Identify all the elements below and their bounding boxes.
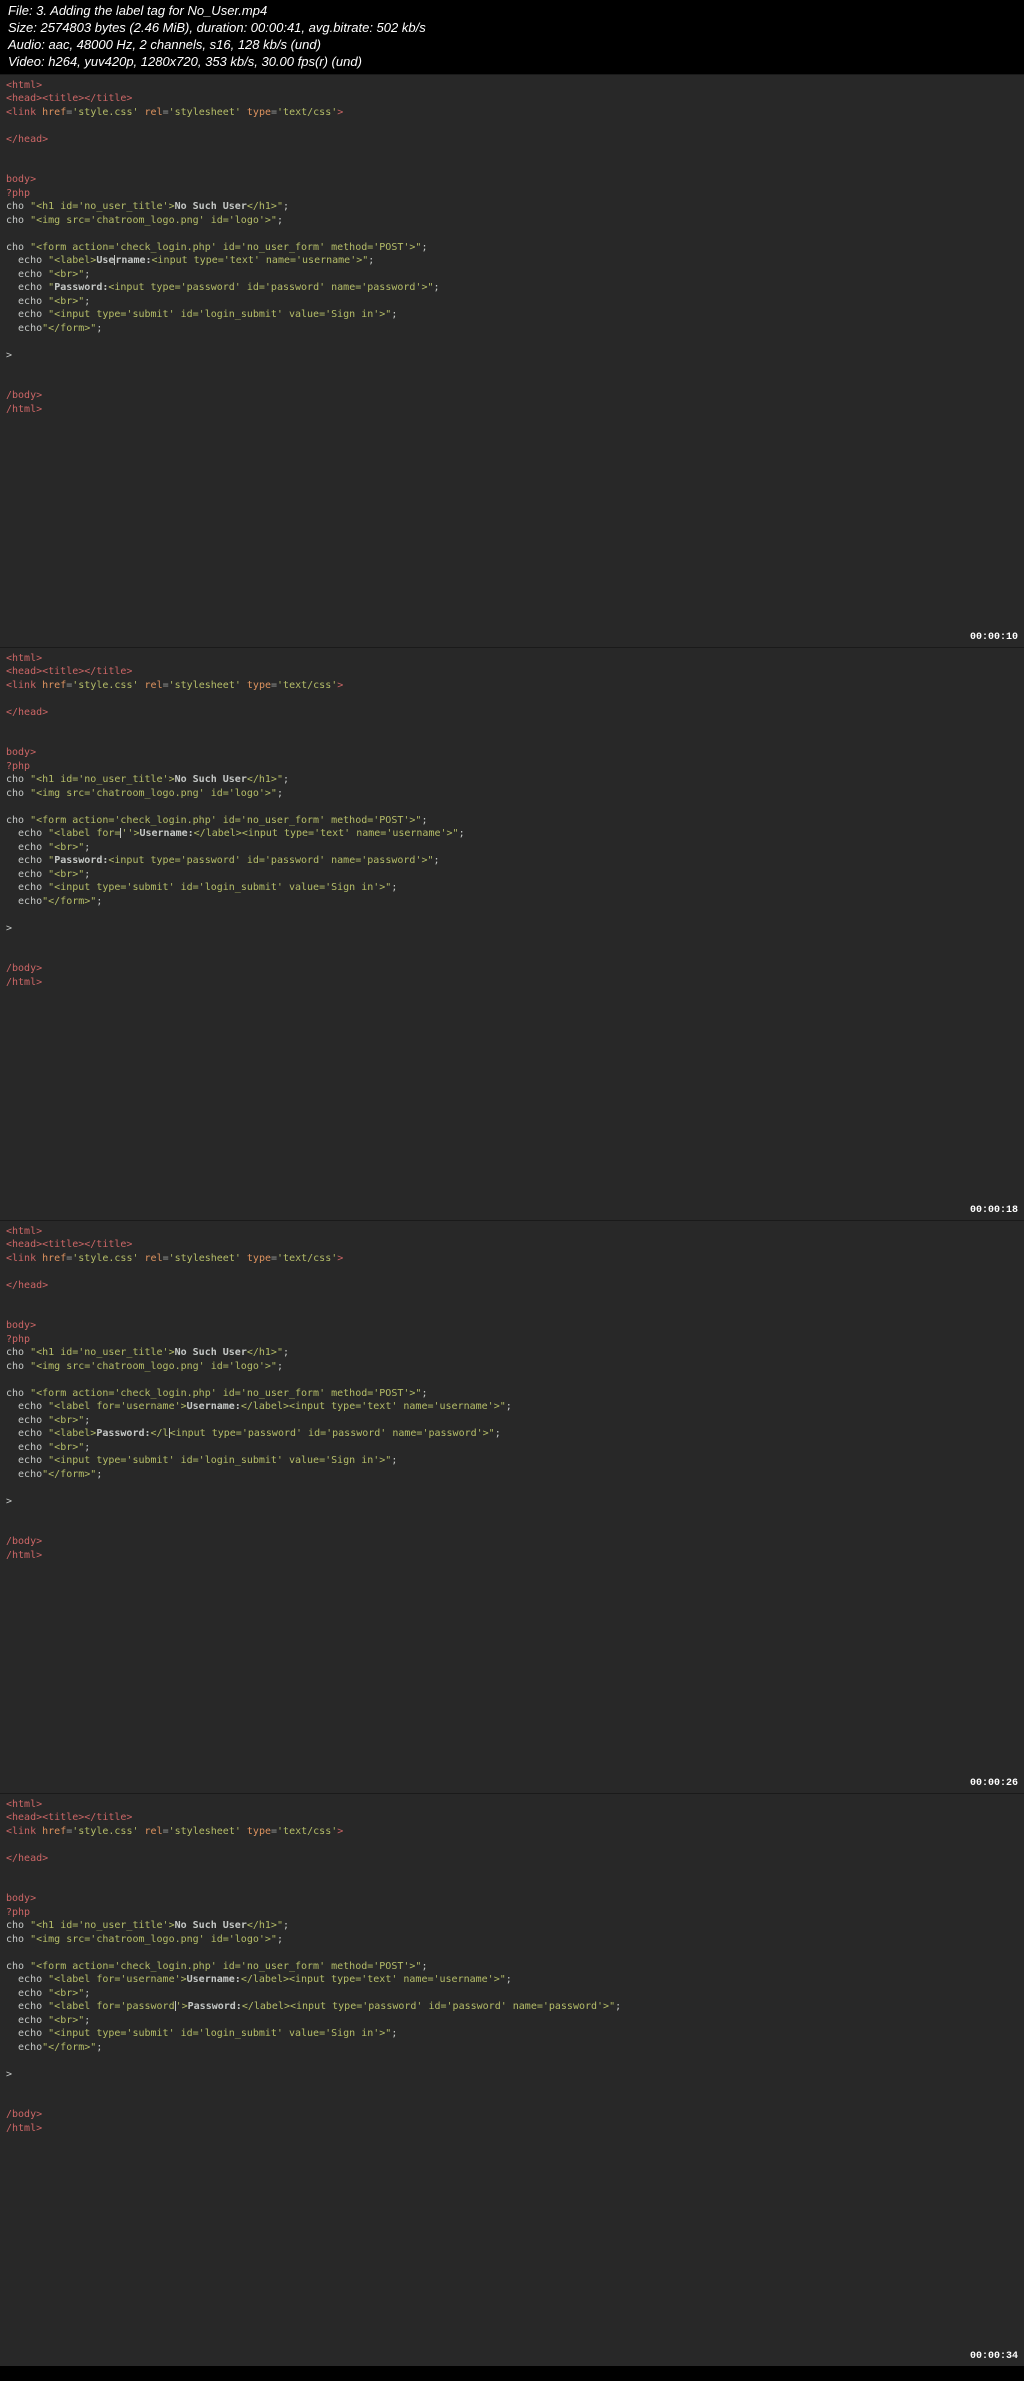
audio-value: aac, 48000 Hz, 2 channels, s16, 128 kb/s… (48, 37, 320, 52)
size-value: 2574803 bytes (2.46 MiB), duration: 00:0… (41, 20, 426, 35)
video-value: h264, yuv420p, 1280x720, 353 kb/s, 30.00… (48, 54, 362, 69)
timestamp: 00:00:34 (970, 2351, 1018, 2362)
audio-label: Audio: (8, 37, 48, 52)
video-frame-2: <html> <head><title></title> <link href=… (0, 647, 1024, 1220)
video-frame-1: <html> <head><title></title> <link href=… (0, 74, 1024, 647)
code-editor[interactable]: <html> <head><title></title> <link href=… (0, 1221, 1024, 1567)
code-editor[interactable]: <html> <head><title></title> <link href=… (0, 648, 1024, 994)
video-frame-3: <html> <head><title></title> <link href=… (0, 1220, 1024, 1793)
code-editor[interactable]: <html> <head><title></title> <link href=… (0, 75, 1024, 421)
file-label: File: (8, 3, 36, 18)
video-label: Video: (8, 54, 48, 69)
file-value: 3. Adding the label tag for No_User.mp4 (36, 3, 267, 18)
timestamp: 00:00:10 (970, 632, 1018, 643)
code-editor[interactable]: <html> <head><title></title> <link href=… (0, 1794, 1024, 2140)
file-info-header: File: 3. Adding the label tag for No_Use… (0, 0, 1024, 74)
video-frame-4: <html> <head><title></title> <link href=… (0, 1793, 1024, 2366)
timestamp: 00:00:18 (970, 1205, 1018, 1216)
size-label: Size: (8, 20, 41, 35)
timestamp: 00:00:26 (970, 1778, 1018, 1789)
